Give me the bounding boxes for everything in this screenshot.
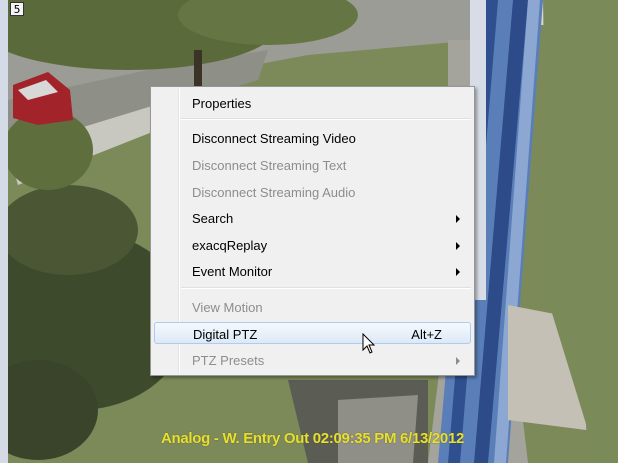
menu-separator: [181, 118, 471, 120]
submenu-arrow-icon: [456, 215, 460, 223]
menu-item-label: exacqReplay: [192, 238, 268, 253]
camera-overlay-caption: Analog - W. Entry Out 02:09:35 PM 6/13/2…: [161, 430, 465, 447]
menu-item-properties[interactable]: Properties: [154, 92, 471, 114]
menu-item-search[interactable]: Search: [154, 207, 471, 229]
menu-item-label: Disconnect Streaming Text: [192, 158, 347, 173]
menu-item-label: Disconnect Streaming Video: [192, 131, 356, 146]
menu-item-label: PTZ Presets: [192, 353, 265, 368]
menu-item-label: Disconnect Streaming Audio: [192, 185, 356, 200]
context-menu: Properties Disconnect Streaming Video Di…: [150, 86, 475, 376]
menu-item-disconnect-streaming-audio: Disconnect Streaming Audio: [154, 181, 471, 203]
menu-item-label: Properties: [192, 96, 252, 111]
submenu-arrow-icon: [456, 242, 460, 250]
menu-item-label: View Motion: [192, 300, 263, 315]
menu-item-ptz-presets: PTZ Presets: [154, 349, 471, 371]
menu-item-shortcut: Alt+Z: [411, 327, 442, 342]
menu-item-event-monitor[interactable]: Event Monitor: [154, 260, 471, 282]
menu-item-label: Event Monitor: [192, 264, 273, 279]
submenu-arrow-icon: [456, 357, 460, 365]
menu-item-disconnect-streaming-text: Disconnect Streaming Text: [154, 154, 471, 176]
menu-separator: [181, 287, 471, 289]
menu-item-view-motion: View Motion: [154, 296, 471, 318]
menu-item-disconnect-streaming-video[interactable]: Disconnect Streaming Video: [154, 127, 471, 149]
mouse-pointer-icon: [362, 333, 376, 354]
menu-item-digital-ptz[interactable]: Digital PTZ Alt+Z: [154, 322, 471, 344]
pane-index-badge: 5: [10, 2, 24, 16]
menu-item-exacqreplay[interactable]: exacqReplay: [154, 234, 471, 256]
menu-item-label: Search: [192, 211, 234, 226]
submenu-arrow-icon: [456, 268, 460, 276]
menu-item-label: Digital PTZ: [193, 327, 258, 342]
